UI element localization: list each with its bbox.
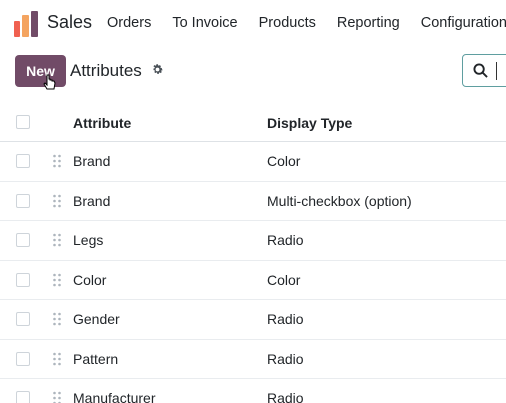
drag-handle-icon[interactable] bbox=[52, 233, 62, 247]
row-checkbox[interactable] bbox=[16, 351, 30, 366]
cell-attribute: Pattern bbox=[73, 350, 119, 367]
table-row[interactable]: Pattern Radio bbox=[0, 339, 506, 379]
table-header: Attribute Display Type bbox=[0, 103, 506, 142]
app-name[interactable]: Sales bbox=[47, 12, 92, 33]
drag-handle-icon[interactable] bbox=[52, 312, 62, 326]
menu-item-orders[interactable]: Orders bbox=[107, 15, 151, 31]
gear-icon[interactable] bbox=[151, 63, 164, 76]
cell-display-type: Radio bbox=[267, 350, 304, 367]
new-button[interactable]: New bbox=[15, 55, 66, 87]
menu-item-products[interactable]: Products bbox=[259, 15, 316, 31]
row-checkbox[interactable] bbox=[16, 193, 30, 208]
table-row[interactable]: Brand Multi-checkbox (option) bbox=[0, 181, 506, 221]
drag-handle-icon[interactable] bbox=[52, 273, 62, 287]
menu-item-to-invoice[interactable]: To Invoice bbox=[172, 15, 237, 31]
cell-attribute: Legs bbox=[73, 232, 104, 248]
row-checkbox[interactable] bbox=[16, 272, 30, 287]
drag-handle-icon[interactable] bbox=[52, 194, 62, 208]
sales-app-icon[interactable] bbox=[14, 11, 38, 37]
mouse-pointer-icon bbox=[43, 74, 56, 90]
cell-display-type: Color bbox=[267, 271, 301, 288]
row-checkbox[interactable] bbox=[16, 312, 30, 326]
cell-attribute: Color bbox=[73, 271, 107, 288]
row-checkbox[interactable] bbox=[16, 233, 30, 247]
cell-display-type: Color bbox=[267, 153, 301, 169]
table-row[interactable]: Manufacturer Radio bbox=[0, 379, 506, 403]
column-header-attribute[interactable]: Attribute bbox=[73, 115, 131, 131]
cell-attribute: Manufacturer bbox=[73, 390, 156, 403]
table-row[interactable]: Brand Color bbox=[0, 142, 506, 182]
cell-attribute: Brand bbox=[73, 192, 111, 209]
table-row[interactable]: Legs Radio bbox=[0, 221, 506, 261]
main-menu: Orders To Invoice Products Reporting Con… bbox=[107, 15, 506, 31]
drag-handle-icon[interactable] bbox=[52, 154, 62, 168]
cell-display-type: Radio bbox=[267, 311, 304, 327]
select-all-checkbox[interactable] bbox=[16, 115, 30, 129]
row-checkbox[interactable] bbox=[16, 154, 30, 168]
search-icon bbox=[473, 63, 488, 78]
search-input[interactable] bbox=[462, 54, 506, 87]
table-row[interactable]: Color Color bbox=[0, 260, 506, 300]
cell-display-type: Radio bbox=[267, 232, 304, 248]
column-header-display-type[interactable]: Display Type bbox=[267, 115, 352, 131]
drag-handle-icon[interactable] bbox=[52, 391, 62, 403]
row-checkbox[interactable] bbox=[16, 391, 30, 403]
top-navbar: Sales Orders To Invoice Products Reporti… bbox=[0, 0, 506, 46]
cell-display-type: Multi-checkbox (option) bbox=[267, 192, 412, 209]
page-title: Attributes bbox=[70, 61, 142, 80]
menu-item-reporting[interactable]: Reporting bbox=[337, 15, 400, 31]
table-row[interactable]: Gender Radio bbox=[0, 300, 506, 340]
cell-attribute: Gender bbox=[73, 311, 120, 327]
text-caret bbox=[496, 62, 497, 80]
drag-handle-icon[interactable] bbox=[52, 352, 62, 366]
menu-item-configuration[interactable]: Configuration bbox=[421, 15, 506, 31]
cell-attribute: Brand bbox=[73, 153, 111, 169]
cell-display-type: Radio bbox=[267, 390, 304, 403]
